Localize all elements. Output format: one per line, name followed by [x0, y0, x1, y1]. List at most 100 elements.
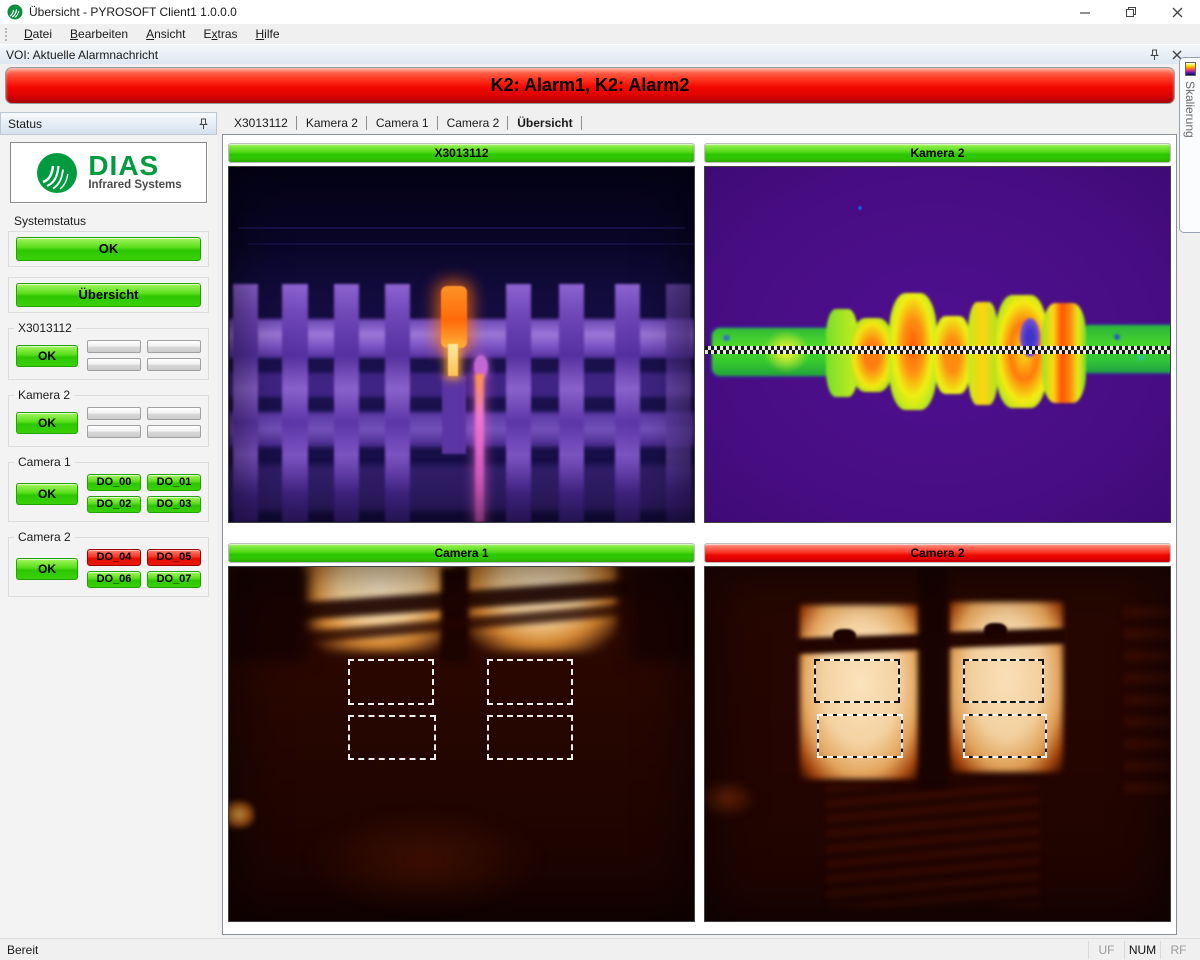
- camera-panel-x3013112: X3013112: [228, 143, 695, 523]
- output-placeholder: [87, 358, 141, 371]
- tab-uebersicht[interactable]: Übersicht: [508, 113, 581, 133]
- voi-panel-body: K2: Alarm1, K2: Alarm2: [0, 64, 1200, 108]
- main-area: X3013112 Kamera 2 Camera 1 Camera 2 Über…: [222, 112, 1178, 935]
- menu-item-hilfe[interactable]: Hilfe: [247, 25, 289, 43]
- thermal-image-kamera-2[interactable]: [704, 166, 1171, 523]
- do-output-05[interactable]: DO_05: [147, 549, 201, 566]
- voi-panel-title: VOI: Aktuelle Alarmnachricht: [6, 48, 1149, 62]
- ok-button-x3013112[interactable]: OK: [16, 345, 78, 367]
- group-kamera-2: Kamera 2 OK: [8, 395, 209, 447]
- menu-item-ansicht[interactable]: Ansicht: [137, 25, 194, 43]
- overview-frame: Übersicht: [8, 277, 209, 313]
- tab-x3013112[interactable]: X3013112: [225, 113, 297, 133]
- camera-status-header: Kamera 2: [704, 143, 1171, 163]
- indicator-num: NUM: [1124, 941, 1160, 959]
- view-tab-bar: X3013112 Kamera 2 Camera 1 Camera 2 Über…: [222, 112, 1178, 134]
- system-ok-button[interactable]: OK: [16, 237, 201, 261]
- group-x3013112: X3013112 OK: [8, 328, 209, 380]
- overview-content: X3013112: [222, 134, 1177, 935]
- do-output-06[interactable]: DO_06: [87, 571, 141, 588]
- output-placeholder: [87, 407, 141, 420]
- toolbar-grip[interactable]: [5, 28, 8, 41]
- window-title: Übersicht - PYROSOFT Client1 1.0.0.0: [29, 5, 237, 19]
- skalierung-tab[interactable]: Skalierung: [1179, 57, 1200, 233]
- alarm-banner: K2: Alarm1, K2: Alarm2: [5, 67, 1175, 104]
- pin-icon[interactable]: [1149, 49, 1160, 61]
- tab-camera-2[interactable]: Camera 2: [438, 113, 509, 133]
- ir-vignette: [229, 167, 694, 522]
- alarm-message: K2: Alarm1, K2: Alarm2: [491, 75, 690, 96]
- ir-cold-spot: [1114, 334, 1120, 340]
- do-output-03[interactable]: DO_03: [147, 496, 201, 513]
- thermal-image-camera-2[interactable]: [704, 566, 1171, 923]
- status-panel-title: Status: [8, 117, 198, 131]
- status-bar: Bereit UF NUM RF: [0, 938, 1200, 960]
- output-placeholder: [147, 425, 201, 438]
- dias-logo-subtitle: Infrared Systems: [88, 179, 181, 191]
- ir-measure-line-row: [705, 350, 1170, 354]
- indicator-rf: RF: [1160, 941, 1196, 959]
- menu-item-extras[interactable]: Extras: [194, 25, 246, 43]
- restore-button[interactable]: [1108, 0, 1154, 24]
- do-output-01[interactable]: DO_01: [147, 474, 201, 491]
- overview-button[interactable]: Übersicht: [16, 283, 201, 307]
- dias-logo-icon: [35, 151, 79, 195]
- palette-icon: [1185, 62, 1196, 76]
- group-label: Camera 2: [14, 530, 75, 544]
- group-label: X3013112: [14, 321, 76, 335]
- thermal-image-x3013112[interactable]: [228, 166, 695, 523]
- app-icon: [7, 4, 23, 20]
- tab-camera-1[interactable]: Camera 1: [367, 113, 438, 133]
- ir-crankshaft: [705, 167, 1170, 522]
- status-panel-body: DIAS Infrared Systems Systemstatus OK Üb…: [0, 136, 217, 938]
- ir-lobe: [935, 316, 970, 394]
- camera-status-header: Camera 1: [228, 543, 695, 563]
- restore-icon: [1125, 6, 1138, 19]
- thermal-image-camera-1[interactable]: [228, 566, 695, 923]
- do-output-00[interactable]: DO_00: [87, 474, 141, 491]
- group-camera-2: Camera 2 OK DO_04 DO_05 DO_06 DO_07: [8, 537, 209, 597]
- do-output-07[interactable]: DO_07: [147, 571, 201, 588]
- output-placeholder: [87, 340, 141, 353]
- indicator-uf: UF: [1088, 941, 1124, 959]
- camera-panel-camera-2: Camera 2: [704, 543, 1171, 923]
- status-sidebar: Status DIAS Infrared Systems Systemstatu…: [0, 112, 217, 938]
- menu-item-datei[interactable]: Datei: [15, 25, 61, 43]
- pin-icon[interactable]: [198, 118, 209, 130]
- close-button[interactable]: [1154, 0, 1200, 24]
- tab-kamera-2[interactable]: Kamera 2: [297, 113, 367, 133]
- ir-vignette: [705, 567, 1170, 922]
- menu-bar: Datei Bearbeiten Ansicht Extras Hilfe: [0, 24, 1200, 44]
- menu-item-bearbeiten[interactable]: Bearbeiten: [61, 25, 137, 43]
- minimize-icon: [1079, 6, 1091, 18]
- output-placeholder: [147, 340, 201, 353]
- camera-alarm-header: Camera 2: [704, 543, 1171, 563]
- do-output-02[interactable]: DO_02: [87, 496, 141, 513]
- output-placeholder: [87, 425, 141, 438]
- systemstatus-frame: OK: [8, 231, 209, 267]
- camera-panel-camera-1: Camera 1: [228, 543, 695, 923]
- group-camera-1: Camera 1 OK DO_00 DO_01 DO_02 DO_03: [8, 462, 209, 522]
- do-output-04[interactable]: DO_04: [87, 549, 141, 566]
- status-panel-header: Status: [0, 112, 217, 135]
- skalierung-label: Skalierung: [1183, 81, 1197, 138]
- close-icon: [1172, 7, 1183, 18]
- output-placeholder: [147, 407, 201, 420]
- status-text: Bereit: [0, 943, 1088, 957]
- camera-panel-kamera-2: Kamera 2: [704, 143, 1171, 523]
- camera-status-header: X3013112: [228, 143, 695, 163]
- ir-lobe: [851, 318, 893, 392]
- ir-measure-line: [705, 346, 1170, 354]
- voi-panel-header: VOI: Aktuelle Alarmnachricht: [0, 44, 1200, 64]
- ok-button-kamera-2[interactable]: OK: [16, 412, 78, 434]
- dias-logo-name: DIAS: [88, 154, 181, 178]
- ok-button-camera-2[interactable]: OK: [16, 558, 78, 580]
- output-placeholder: [147, 358, 201, 371]
- minimize-button[interactable]: [1062, 0, 1108, 24]
- group-label: Camera 1: [14, 455, 75, 469]
- systemstatus-label: Systemstatus: [14, 214, 217, 228]
- title-bar: Übersicht - PYROSOFT Client1 1.0.0.0: [0, 0, 1200, 24]
- voi-alarm-panel: VOI: Aktuelle Alarmnachricht K2: Alarm1,…: [0, 44, 1200, 108]
- ok-button-camera-1[interactable]: OK: [16, 483, 78, 505]
- dias-logo: DIAS Infrared Systems: [10, 142, 207, 203]
